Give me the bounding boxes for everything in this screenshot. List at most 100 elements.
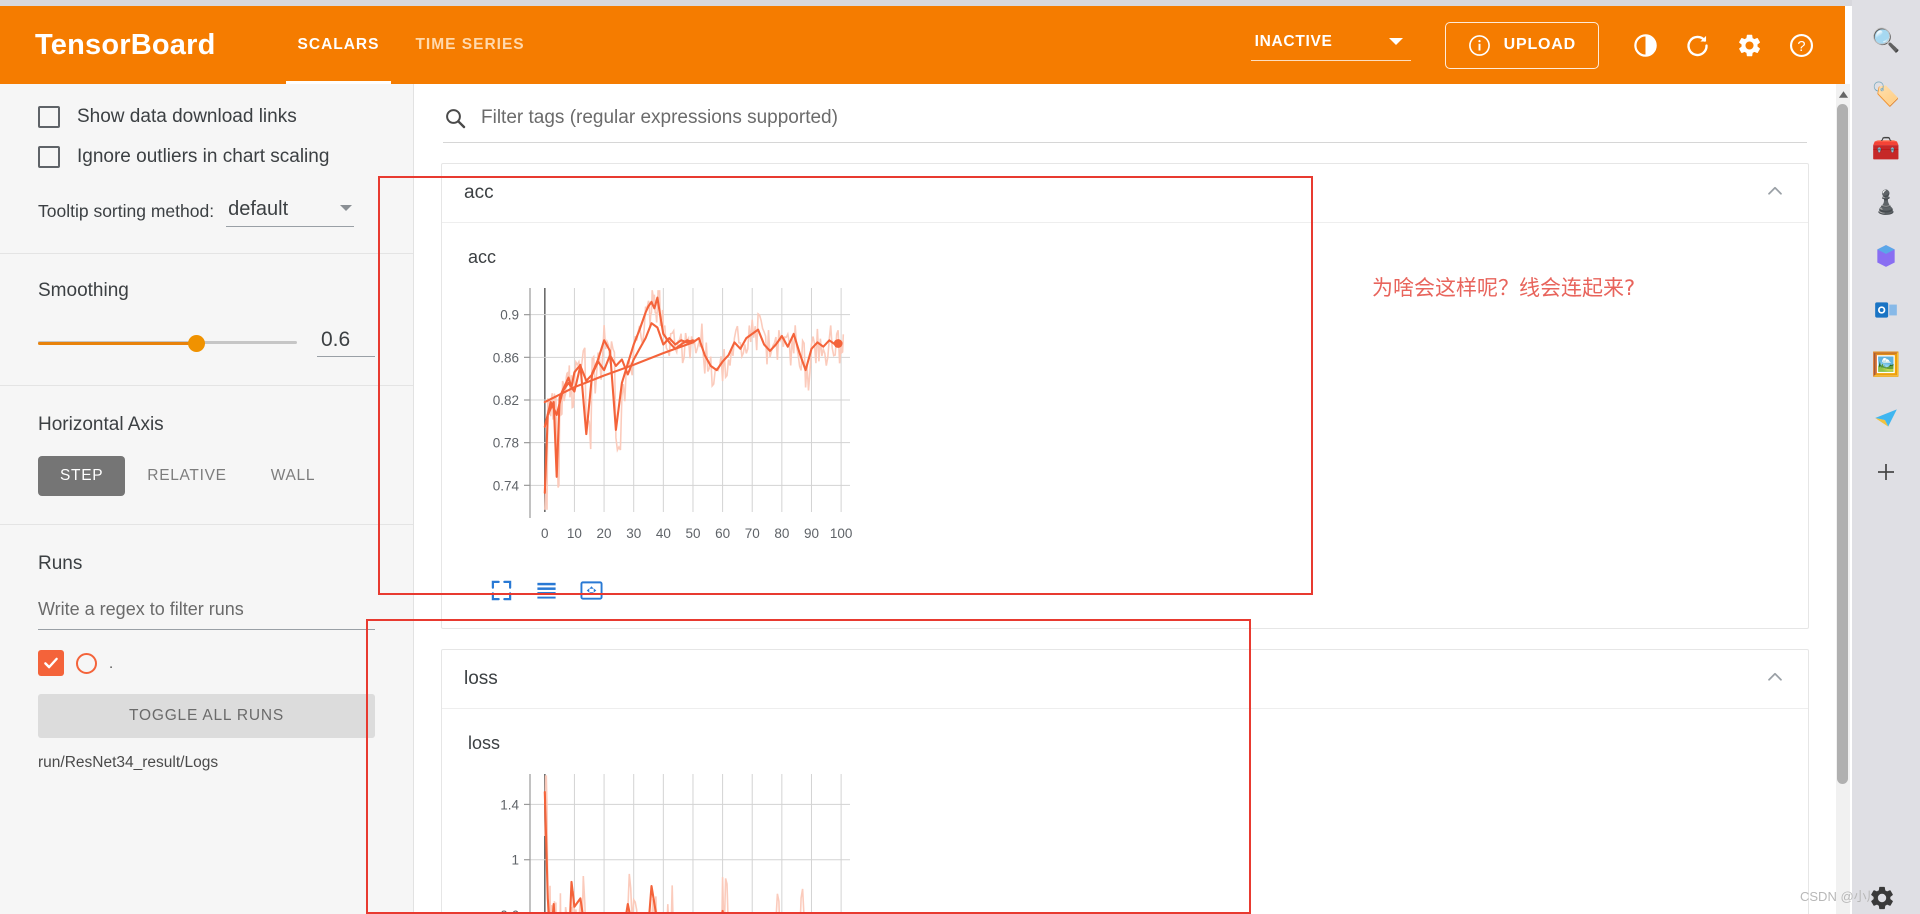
svg-text:70: 70 <box>745 526 760 541</box>
tag-filter-placeholder: Filter tags (regular expressions support… <box>481 107 838 128</box>
chevron-down-icon <box>340 204 353 211</box>
upload-button[interactable]: UPLOAD <box>1444 21 1599 69</box>
sidebar-settings-gear-icon[interactable] <box>1868 884 1896 912</box>
card-loss: loss loss 0.20.611.401020304050607080901… <box>441 649 1809 914</box>
help-icon[interactable]: ? <box>1775 19 1827 71</box>
svg-text:1: 1 <box>511 853 519 868</box>
svg-text:0.9: 0.9 <box>500 308 519 323</box>
run-checkbox[interactable] <box>38 650 64 676</box>
svg-text:0.78: 0.78 <box>493 436 519 451</box>
browser-sidebar: 🔍 🏷️ 🧰 ♟️ 🖼️ <box>1852 0 1920 914</box>
svg-text:90: 90 <box>804 526 819 541</box>
send-plane-icon[interactable] <box>1864 396 1908 440</box>
tooltip-sorting-select[interactable]: default <box>226 198 355 227</box>
svg-text:80: 80 <box>774 526 789 541</box>
card-header-acc[interactable]: acc <box>442 164 1808 223</box>
svg-text:0.82: 0.82 <box>493 393 519 408</box>
chart-controls-acc <box>468 569 1782 618</box>
checkbox-box-icon <box>38 146 60 168</box>
svg-text:0.86: 0.86 <box>493 350 519 365</box>
smoothing-label: Smoothing <box>38 280 129 301</box>
main-content: Filter tags (regular expressions support… <box>415 84 1835 914</box>
horizontal-axis-buttons: STEP RELATIVE WALL <box>38 456 375 496</box>
card-acc: acc acc 0.74 0.78 0.82 0.86 0.9 0 10 20 30 40 50 60… <box>441 163 1809 629</box>
games-chess-icon[interactable]: ♟️ <box>1864 180 1908 224</box>
runs-filter-input[interactable]: Write a regex to filter runs <box>38 599 375 630</box>
card-title: loss <box>464 668 498 689</box>
info-icon <box>1468 34 1490 56</box>
check-icon <box>44 657 58 669</box>
search-tool-icon[interactable]: 🔍 <box>1864 18 1908 62</box>
image-editor-icon[interactable]: 🖼️ <box>1864 342 1908 386</box>
tooltip-sorting-label: Tooltip sorting method: <box>38 201 215 221</box>
refresh-icon[interactable] <box>1671 19 1723 71</box>
fullscreen-icon[interactable] <box>490 579 513 602</box>
brightness-icon[interactable] <box>1619 19 1671 71</box>
chart-title-loss: loss <box>468 733 501 753</box>
svg-text:?: ? <box>1797 39 1805 55</box>
checkbox-box-icon <box>38 106 60 128</box>
tooltip-sorting-row: Tooltip sorting method: default <box>38 198 375 227</box>
annotation-text: 为啥会这样呢？线会连起来? <box>1372 276 1636 300</box>
svg-text:20: 20 <box>597 526 612 541</box>
app-brand: TensorBoard <box>35 28 216 61</box>
horizontal-axis-label: Horizontal Axis <box>38 414 164 435</box>
app-header-actions: INACTIVE UPLOAD ? <box>1250 19 1845 71</box>
settings-sidebar: Show data download links Ignore outliers… <box>0 84 414 914</box>
run-row-marker: . <box>109 654 114 672</box>
scroll-up-arrow-icon[interactable] <box>1836 86 1850 102</box>
upload-label: UPLOAD <box>1503 36 1576 53</box>
microsoft365-icon[interactable] <box>1864 234 1908 278</box>
card-body-loss: loss 0.20.611.40102030405060708090100 <box>442 709 1808 914</box>
card-header-loss[interactable]: loss <box>442 650 1808 709</box>
loss-plot-svg: 0.20.611.40102030405060708090100 <box>500 774 850 914</box>
search-icon <box>446 109 466 129</box>
chart-loss[interactable]: 0.20.611.40102030405060708090100 <box>468 760 1782 914</box>
data-lines-icon[interactable] <box>535 579 558 602</box>
svg-text:0: 0 <box>541 526 549 541</box>
tab-time-series[interactable]: TIME SERIES <box>397 6 542 84</box>
card-title: acc <box>464 182 494 203</box>
tools-briefcase-icon[interactable]: 🧰 <box>1864 126 1908 170</box>
smoothing-slider[interactable] <box>38 333 297 353</box>
add-app-icon[interactable] <box>1864 450 1908 494</box>
axis-button-step[interactable]: STEP <box>38 456 126 496</box>
smoothing-value-input[interactable]: 0.6 <box>317 328 375 357</box>
chevron-up-icon[interactable] <box>1764 180 1786 206</box>
chevron-up-icon[interactable] <box>1764 666 1786 692</box>
chart-title-acc: acc <box>468 247 497 267</box>
acc-plot-svg: 0.74 0.78 0.82 0.86 0.9 0 10 20 30 40 50 60 70 80 90 10… <box>493 288 853 541</box>
pan-fit-icon[interactable] <box>580 579 603 602</box>
checkbox-show-data-download-links[interactable]: Show data download links <box>38 106 375 128</box>
chart-acc[interactable]: 0.74 0.78 0.82 0.86 0.9 0 10 20 30 40 50 60 70 80 90 10… <box>468 274 1782 569</box>
axis-button-wall[interactable]: WALL <box>249 456 337 496</box>
axis-button-relative[interactable]: RELATIVE <box>125 456 248 496</box>
run-status-dropdown[interactable]: INACTIVE <box>1250 30 1411 61</box>
run-status-label: INACTIVE <box>1254 32 1333 50</box>
tag-filter-input[interactable]: Filter tags (regular expressions support… <box>443 106 1807 143</box>
svg-text:30: 30 <box>626 526 641 541</box>
outlook-icon[interactable] <box>1864 288 1908 332</box>
slider-thumb[interactable] <box>188 334 206 352</box>
svg-text:1.4: 1.4 <box>500 797 519 812</box>
svg-text:100: 100 <box>830 526 853 541</box>
svg-text:0.6: 0.6 <box>500 908 519 914</box>
chevron-down-icon <box>1388 38 1403 45</box>
svg-text:50: 50 <box>685 526 700 541</box>
checkbox-ignore-outliers[interactable]: Ignore outliers in chart scaling <box>38 146 375 168</box>
svg-text:10: 10 <box>567 526 582 541</box>
runs-label: Runs <box>38 553 83 574</box>
shopping-tag-icon[interactable]: 🏷️ <box>1864 72 1908 116</box>
checkbox-label: Show data download links <box>77 106 297 127</box>
nav-tabs: SCALARS TIME SERIES <box>280 6 543 84</box>
slider-fill <box>38 341 199 345</box>
settings-gear-icon[interactable] <box>1723 19 1775 71</box>
scrollbar-thumb[interactable] <box>1837 104 1848 784</box>
tab-scalars[interactable]: SCALARS <box>280 6 398 84</box>
checkbox-label: Ignore outliers in chart scaling <box>77 146 330 167</box>
run-toggle-row: . <box>38 650 375 676</box>
app-header: TensorBoard SCALARS TIME SERIES INACTIVE… <box>0 6 1845 84</box>
run-name-label: run/ResNet34_result/Logs <box>38 754 219 771</box>
toggle-all-runs-button[interactable]: TOGGLE ALL RUNS <box>38 694 375 738</box>
svg-text:0.74: 0.74 <box>493 478 520 493</box>
